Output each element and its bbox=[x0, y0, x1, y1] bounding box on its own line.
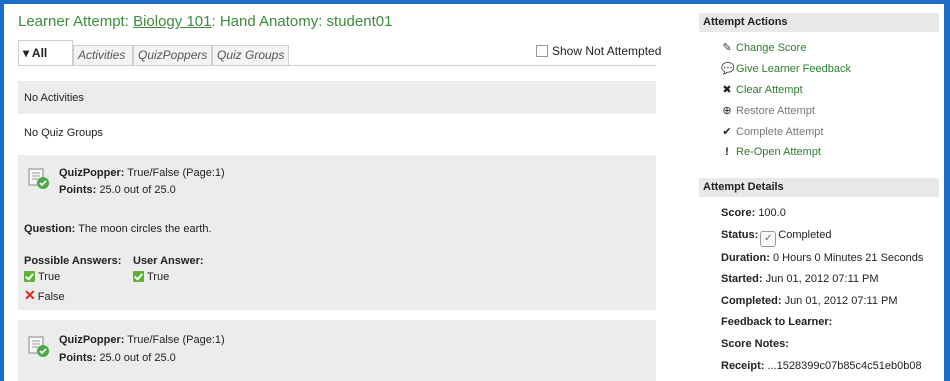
quizpopper-points: Points: 25.0 out of 25.0 bbox=[59, 352, 176, 364]
no-quiz-groups-row: No Quiz Groups bbox=[18, 116, 656, 150]
attempt-details-heading: Attempt Details bbox=[699, 178, 939, 197]
quizpopper-points: Points: 25.0 out of 25.0 bbox=[59, 184, 176, 196]
speech-bubble-icon: 💬 bbox=[721, 63, 735, 75]
attempt-actions-heading: Attempt Actions bbox=[699, 13, 939, 32]
main-content: Learner Attempt: Biology 101: Hand Anato… bbox=[14, 4, 666, 381]
incorrect-x-icon: ✕ bbox=[24, 287, 36, 303]
window-frame: Learner Attempt: Biology 101: Hand Anato… bbox=[4, 4, 944, 381]
show-not-attempted-label: Show Not Attempted bbox=[552, 44, 662, 58]
completed-status-icon: ✓ bbox=[760, 231, 777, 247]
answer-false: ✕ False bbox=[24, 287, 65, 303]
answer-true: True bbox=[24, 271, 60, 283]
detail-feedback-label: Feedback to Learner: bbox=[721, 316, 833, 328]
give-feedback-action[interactable]: 💬Give Learner Feedback bbox=[721, 62, 851, 75]
title-prefix: Learner Attempt: bbox=[18, 13, 134, 30]
tab-divider bbox=[18, 65, 656, 66]
quizpopper-type: QuizPopper: True/False (Page:1) bbox=[59, 334, 225, 346]
attempt-sidebar: Attempt Actions ✎ Change Score 💬Give Lear… bbox=[699, 4, 944, 381]
restore-plus-circle-icon: ⊕ bbox=[722, 105, 732, 117]
detail-started: Started: Jun 01, 2012 07:11 PM bbox=[721, 273, 879, 285]
quizpopper-card: QuizPopper: True/False (Page:1) Points: … bbox=[18, 155, 656, 310]
tab-quiz-groups[interactable]: Quiz Groups bbox=[212, 45, 289, 65]
quizpopper-complete-icon bbox=[28, 168, 49, 189]
detail-completed: Completed: Jun 01, 2012 07:11 PM bbox=[721, 295, 898, 307]
show-not-attempted[interactable]: Show Not Attempted bbox=[536, 44, 661, 58]
user-answer-value: True bbox=[133, 271, 169, 283]
show-not-attempted-checkbox[interactable] bbox=[536, 45, 548, 57]
course-link[interactable]: Biology 101 bbox=[133, 13, 211, 30]
reopen-attempt-action[interactable]: ! Re-Open Attempt bbox=[721, 146, 821, 158]
checkmark-icon: ✔ bbox=[722, 126, 732, 138]
quizpopper-type: QuizPopper: True/False (Page:1) bbox=[59, 167, 225, 179]
title-suffix: : Hand Anatomy: student01 bbox=[211, 13, 393, 30]
tab-quizpoppers[interactable]: QuizPoppers bbox=[133, 45, 212, 65]
clear-attempt-action[interactable]: ✖ Clear Attempt bbox=[721, 83, 802, 96]
detail-duration: Duration: 0 Hours 0 Minutes 21 Seconds bbox=[721, 252, 924, 264]
tab-activities[interactable]: Activities bbox=[73, 45, 133, 65]
detail-status: Status: ✓ Completed bbox=[721, 229, 831, 247]
detail-receipt: Receipt: ...1528399c07b85c4c51eb0b08 bbox=[721, 360, 922, 372]
exclamation-icon: ! bbox=[725, 146, 729, 158]
user-answer-label: User Answer: bbox=[133, 255, 204, 267]
possible-answers-label: Possible Answers: bbox=[24, 255, 122, 267]
tab-all[interactable]: ▾ All bbox=[18, 40, 73, 65]
question: Question: The moon circles the earth. bbox=[24, 223, 212, 235]
correct-check-icon bbox=[133, 271, 144, 282]
quizpopper-card: QuizPopper: True/False (Page:1) Points: … bbox=[18, 320, 656, 381]
page-title: Learner Attempt: Biology 101: Hand Anato… bbox=[18, 13, 392, 30]
no-quiz-groups-text: No Quiz Groups bbox=[24, 127, 103, 139]
restore-attempt-action: ⊕ Restore Attempt bbox=[722, 105, 815, 117]
pencil-icon: ✎ bbox=[722, 42, 732, 54]
detail-score-notes-label: Score Notes: bbox=[721, 338, 789, 350]
detail-score: Score: 100.0 bbox=[721, 207, 786, 219]
clear-x-circle-icon: ✖ bbox=[722, 84, 732, 96]
quizpopper-complete-icon bbox=[28, 336, 49, 357]
complete-attempt-action: ✔ Complete Attempt bbox=[722, 126, 824, 138]
no-activities-row: No Activities bbox=[18, 81, 656, 114]
no-activities-text: No Activities bbox=[24, 92, 84, 104]
correct-check-icon bbox=[24, 271, 35, 282]
change-score-action[interactable]: ✎ Change Score bbox=[721, 41, 806, 54]
